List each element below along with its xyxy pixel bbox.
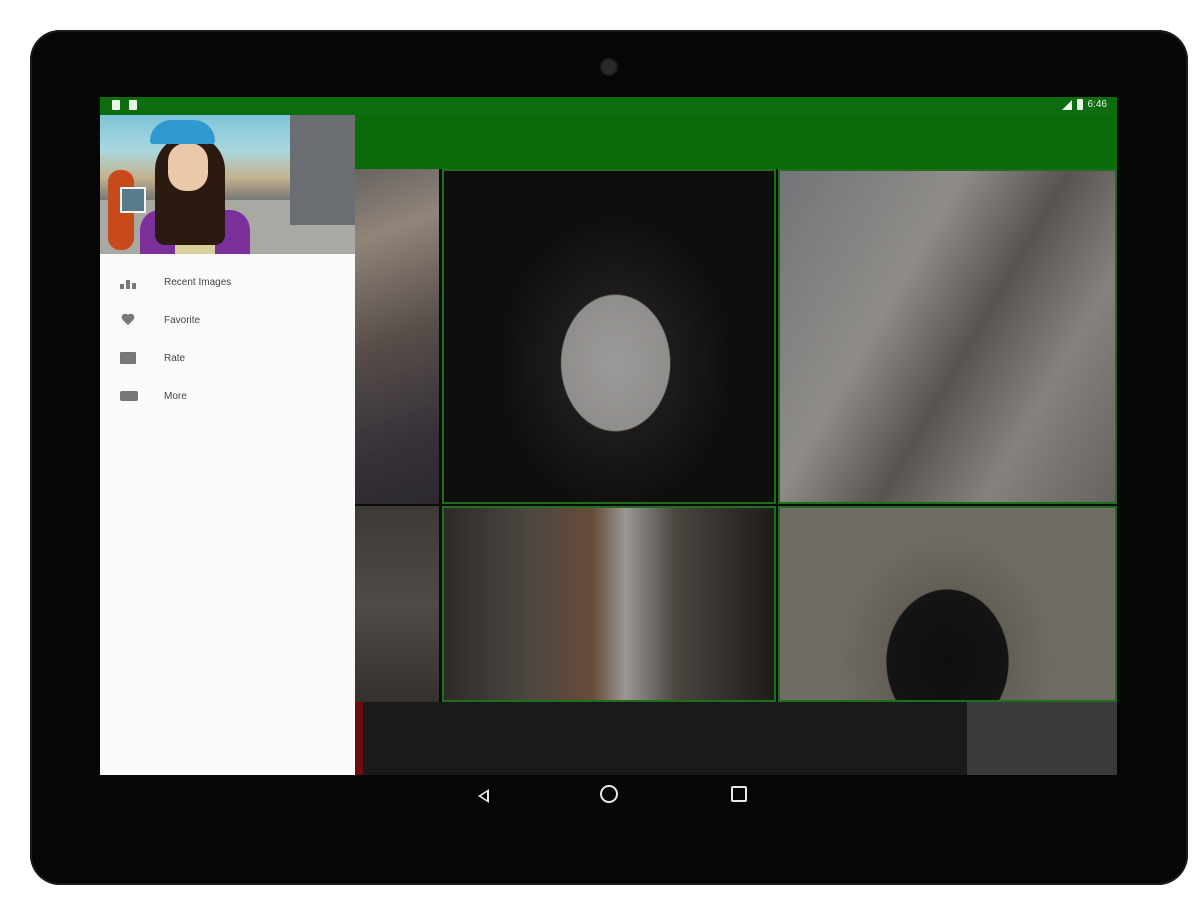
menu-item-label: More [164, 390, 187, 402]
menu-item-label: Favorite [164, 314, 201, 326]
notification-icon [129, 100, 137, 110]
front-camera [600, 58, 618, 76]
home-icon[interactable] [600, 785, 618, 803]
image-tile[interactable] [355, 506, 439, 702]
image-tile[interactable] [778, 506, 1117, 702]
menu-item-label: Rate [164, 352, 186, 364]
image-tile[interactable] [355, 169, 439, 504]
menu-item-label: Recent Images [164, 276, 232, 288]
signal-icon [1061, 99, 1072, 110]
avatar[interactable] [120, 187, 146, 213]
battery-icon [1076, 99, 1083, 110]
image-tile[interactable] [778, 169, 1117, 504]
more-icon [120, 391, 138, 401]
android-icon [112, 100, 120, 110]
screen: 6:46 Recent Images Favorite Rate More [100, 97, 1117, 775]
menu-item-recent-images[interactable]: Recent Images [100, 263, 355, 301]
image-tile[interactable] [442, 169, 776, 504]
system-navigation-bar [360, 705, 940, 803]
drawer-header-image [100, 115, 355, 254]
menu-item-more[interactable]: More [100, 377, 355, 415]
status-time: 6:46 [1087, 99, 1107, 110]
menu-item-rate[interactable]: Rate [100, 339, 355, 377]
rate-icon [120, 352, 136, 364]
back-icon[interactable] [478, 789, 489, 803]
navigation-drawer: Recent Images Favorite Rate More [100, 115, 355, 775]
recent-images-icon [120, 275, 138, 289]
recents-icon[interactable] [731, 786, 747, 802]
heart-icon [121, 314, 135, 326]
image-tile[interactable] [442, 506, 776, 702]
status-bar: 6:46 [100, 97, 1117, 115]
drawer-menu: Recent Images Favorite Rate More [100, 263, 355, 415]
menu-item-favorite[interactable]: Favorite [100, 301, 355, 339]
